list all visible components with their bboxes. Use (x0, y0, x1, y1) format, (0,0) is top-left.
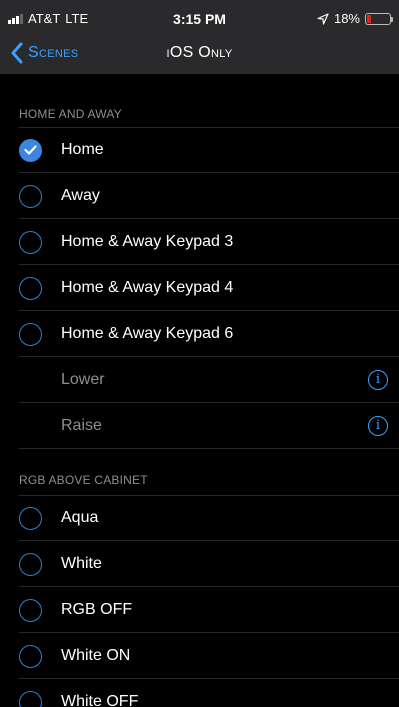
list-item-label: White ON (61, 647, 131, 664)
list-item-label: RGB OFF (61, 601, 133, 618)
list-item-label: Raise (61, 417, 102, 434)
navigation-bar: Scenes iOS Only (0, 34, 399, 74)
checkmark-circle-icon (19, 139, 42, 162)
list-item-label: Home & Away Keypad 3 (61, 233, 234, 250)
info-icon[interactable]: i (368, 370, 388, 390)
list-item-rgb-off[interactable]: RGB OFF (0, 587, 399, 633)
list-item-label: White OFF (61, 693, 139, 707)
list-item-white[interactable]: White (0, 541, 399, 587)
radio-circle-icon (19, 645, 42, 668)
list-item-raise[interactable]: Raise i (0, 403, 399, 449)
list-item-label: White (61, 555, 102, 572)
page-title: iOS Only (166, 44, 233, 61)
list-item-lower[interactable]: Lower i (0, 357, 399, 403)
list-item-home[interactable]: Home (0, 127, 399, 173)
radio-circle-icon (19, 553, 42, 576)
list-item-home-away-keypad-4[interactable]: Home & Away Keypad 4 (0, 265, 399, 311)
radio-circle-icon (19, 323, 42, 346)
list-item-white-on[interactable]: White ON (0, 633, 399, 679)
list-item-home-away-keypad-3[interactable]: Home & Away Keypad 3 (0, 219, 399, 265)
list-item-white-off[interactable]: White OFF (0, 679, 399, 707)
list-item-label: Away (61, 187, 100, 204)
list-item-label: Home & Away Keypad 4 (61, 279, 234, 296)
section-header-home-and-away: HOME AND AWAY (19, 107, 122, 121)
list-item-home-away-keypad-6[interactable]: Home & Away Keypad 6 (0, 311, 399, 357)
list-item-label: Aqua (61, 509, 99, 526)
list-item-aqua[interactable]: Aqua (0, 495, 399, 541)
list-item-label: Home & Away Keypad 6 (61, 325, 234, 342)
status-right: 18% (317, 11, 393, 26)
radio-circle-icon (19, 599, 42, 622)
list-item-away[interactable]: Away (0, 173, 399, 219)
radio-circle-icon (19, 277, 42, 300)
info-icon[interactable]: i (368, 416, 388, 436)
list-item-label: Lower (61, 371, 105, 388)
radio-circle-icon (19, 691, 42, 707)
radio-circle-icon (19, 507, 42, 530)
battery-level (367, 14, 371, 23)
section-header-rgb-above-cabinet: RGB ABOVE CABINET (19, 473, 148, 487)
battery-percent: 18% (333, 11, 360, 26)
radio-circle-icon (19, 185, 42, 208)
battery-icon (365, 12, 393, 25)
location-arrow-icon (317, 12, 329, 25)
list-item-label: Home (61, 141, 104, 158)
status-bar: AT&T LTE 3:15 PM 18% (0, 0, 399, 34)
radio-circle-icon (19, 231, 42, 254)
